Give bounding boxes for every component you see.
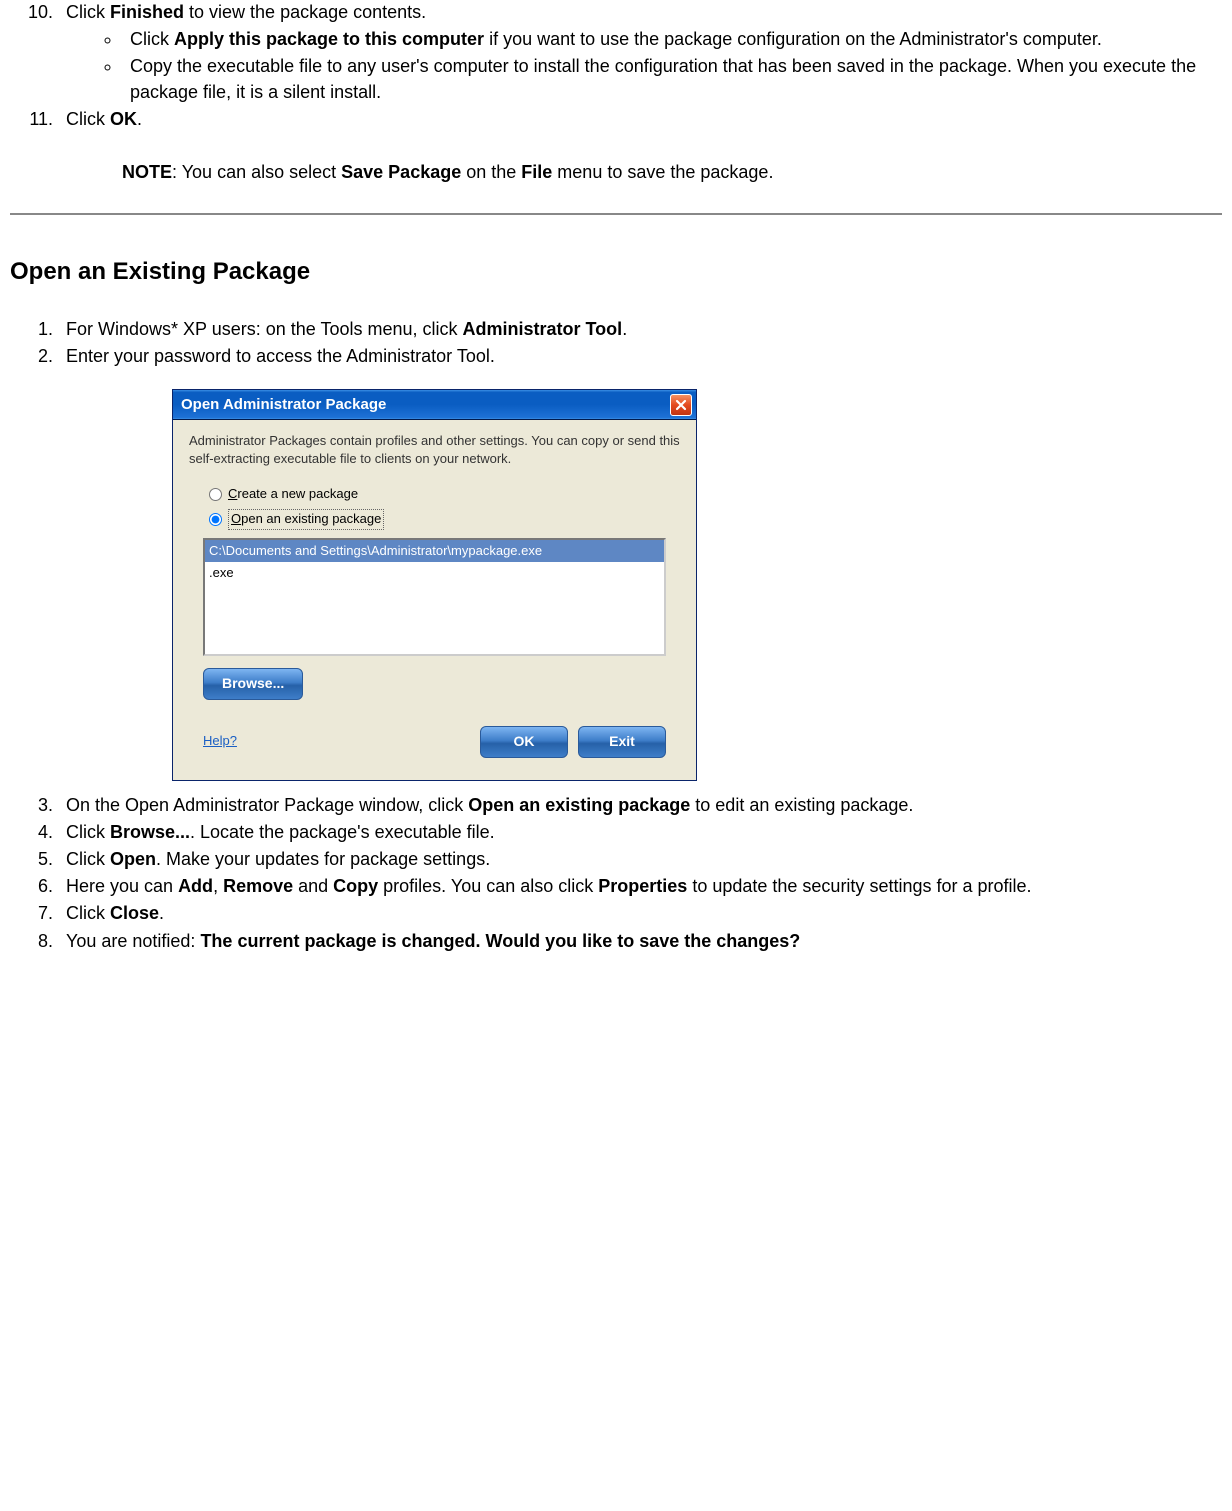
dialog-titlebar: Open Administrator Package (173, 390, 696, 420)
bold: Copy (333, 876, 378, 896)
step-4: Click Browse.... Locate the package's ex… (58, 820, 1222, 845)
text: Click (66, 849, 110, 869)
bold: Finished (110, 2, 184, 22)
text: to view the package contents. (184, 2, 426, 22)
text: if you want to use the package configura… (484, 29, 1102, 49)
dialog-screenshot: Open Administrator Package Administrator… (172, 389, 1222, 780)
list-item[interactable]: .exe (205, 562, 664, 584)
exit-button[interactable]: Exit (578, 726, 666, 758)
text: Here you can (66, 876, 178, 896)
text: Copy the executable file to any user's c… (130, 56, 1196, 101)
radio-input[interactable] (209, 513, 222, 526)
text: Enter your password to access the Admini… (66, 346, 495, 366)
bold: File (521, 162, 552, 182)
bold: Browse... (110, 822, 190, 842)
browse-button[interactable]: Browse... (203, 668, 303, 700)
text: : You can also select (172, 162, 341, 182)
dialog-title: Open Administrator Package (181, 394, 386, 415)
bold: The current package is changed. Would yo… (200, 931, 800, 951)
list-item-selected[interactable]: C:\Documents and Settings\Administrator\… (205, 540, 664, 562)
bold: Save Package (341, 162, 461, 182)
radio-input[interactable] (209, 488, 222, 501)
text: Click (66, 109, 110, 129)
divider (10, 213, 1222, 215)
text: , (213, 876, 223, 896)
note-label: NOTE (122, 162, 172, 182)
step-11: Click OK. NOTE: You can also select Save… (58, 107, 1222, 185)
text: to edit an existing package. (690, 795, 913, 815)
text: . Make your updates for package settings… (156, 849, 490, 869)
radio-label: Open an existing package (228, 509, 384, 529)
bold: Administrator Tool (463, 319, 623, 339)
open-admin-package-dialog: Open Administrator Package Administrator… (172, 389, 697, 780)
bold: Properties (598, 876, 687, 896)
text: to update the security settings for a pr… (687, 876, 1031, 896)
text: You are notified: (66, 931, 200, 951)
close-icon[interactable] (670, 394, 692, 416)
package-listbox[interactable]: C:\Documents and Settings\Administrator\… (203, 538, 666, 656)
text: menu to save the package. (552, 162, 773, 182)
sub-bullet-1: Click Apply this package to this compute… (122, 27, 1222, 52)
step-10: Click Finished to view the package conte… (58, 0, 1222, 105)
bold: Remove (223, 876, 293, 896)
text: . (137, 109, 142, 129)
text: . (622, 319, 627, 339)
step-6: Here you can Add, Remove and Copy profil… (58, 874, 1222, 899)
text: Click (130, 29, 174, 49)
text: on the (461, 162, 521, 182)
bold: Apply this package to this computer (174, 29, 484, 49)
text: . Locate the package's executable file. (190, 822, 495, 842)
text: On the Open Administrator Package window… (66, 795, 468, 815)
dialog-body: Administrator Packages contain profiles … (173, 420, 696, 779)
text: For Windows* XP users: on the Tools menu… (66, 319, 463, 339)
bold: Open (110, 849, 156, 869)
step-5: Click Open. Make your updates for packag… (58, 847, 1222, 872)
text: Click (66, 903, 110, 923)
sub-bullet-2: Copy the executable file to any user's c… (122, 54, 1222, 104)
bold: Close (110, 903, 159, 923)
text: Click (66, 2, 110, 22)
radio-open-existing[interactable]: Open an existing package (209, 509, 680, 529)
step-8: You are notified: The current package is… (58, 929, 1222, 954)
text: profiles. You can also click (378, 876, 598, 896)
heading-open-existing: Open an Existing Package (10, 255, 1222, 289)
radio-label: CCreate a new packagereate a new package (228, 485, 358, 503)
text: Click (66, 822, 110, 842)
text: . (159, 903, 164, 923)
bold: Open an existing package (468, 795, 690, 815)
help-link[interactable]: Help? (203, 732, 237, 750)
dialog-description: Administrator Packages contain profiles … (189, 432, 680, 467)
text: and (293, 876, 333, 896)
step-2: Enter your password to access the Admini… (58, 344, 1222, 781)
step-7: Click Close. (58, 901, 1222, 926)
bold: Add (178, 876, 213, 896)
step-3: On the Open Administrator Package window… (58, 793, 1222, 818)
step-1: For Windows* XP users: on the Tools menu… (58, 317, 1222, 342)
note-block: NOTE: You can also select Save Package o… (122, 160, 1222, 185)
bold: OK (110, 109, 137, 129)
radio-create-new[interactable]: CCreate a new packagereate a new package (209, 485, 680, 503)
ok-button[interactable]: OK (480, 726, 568, 758)
